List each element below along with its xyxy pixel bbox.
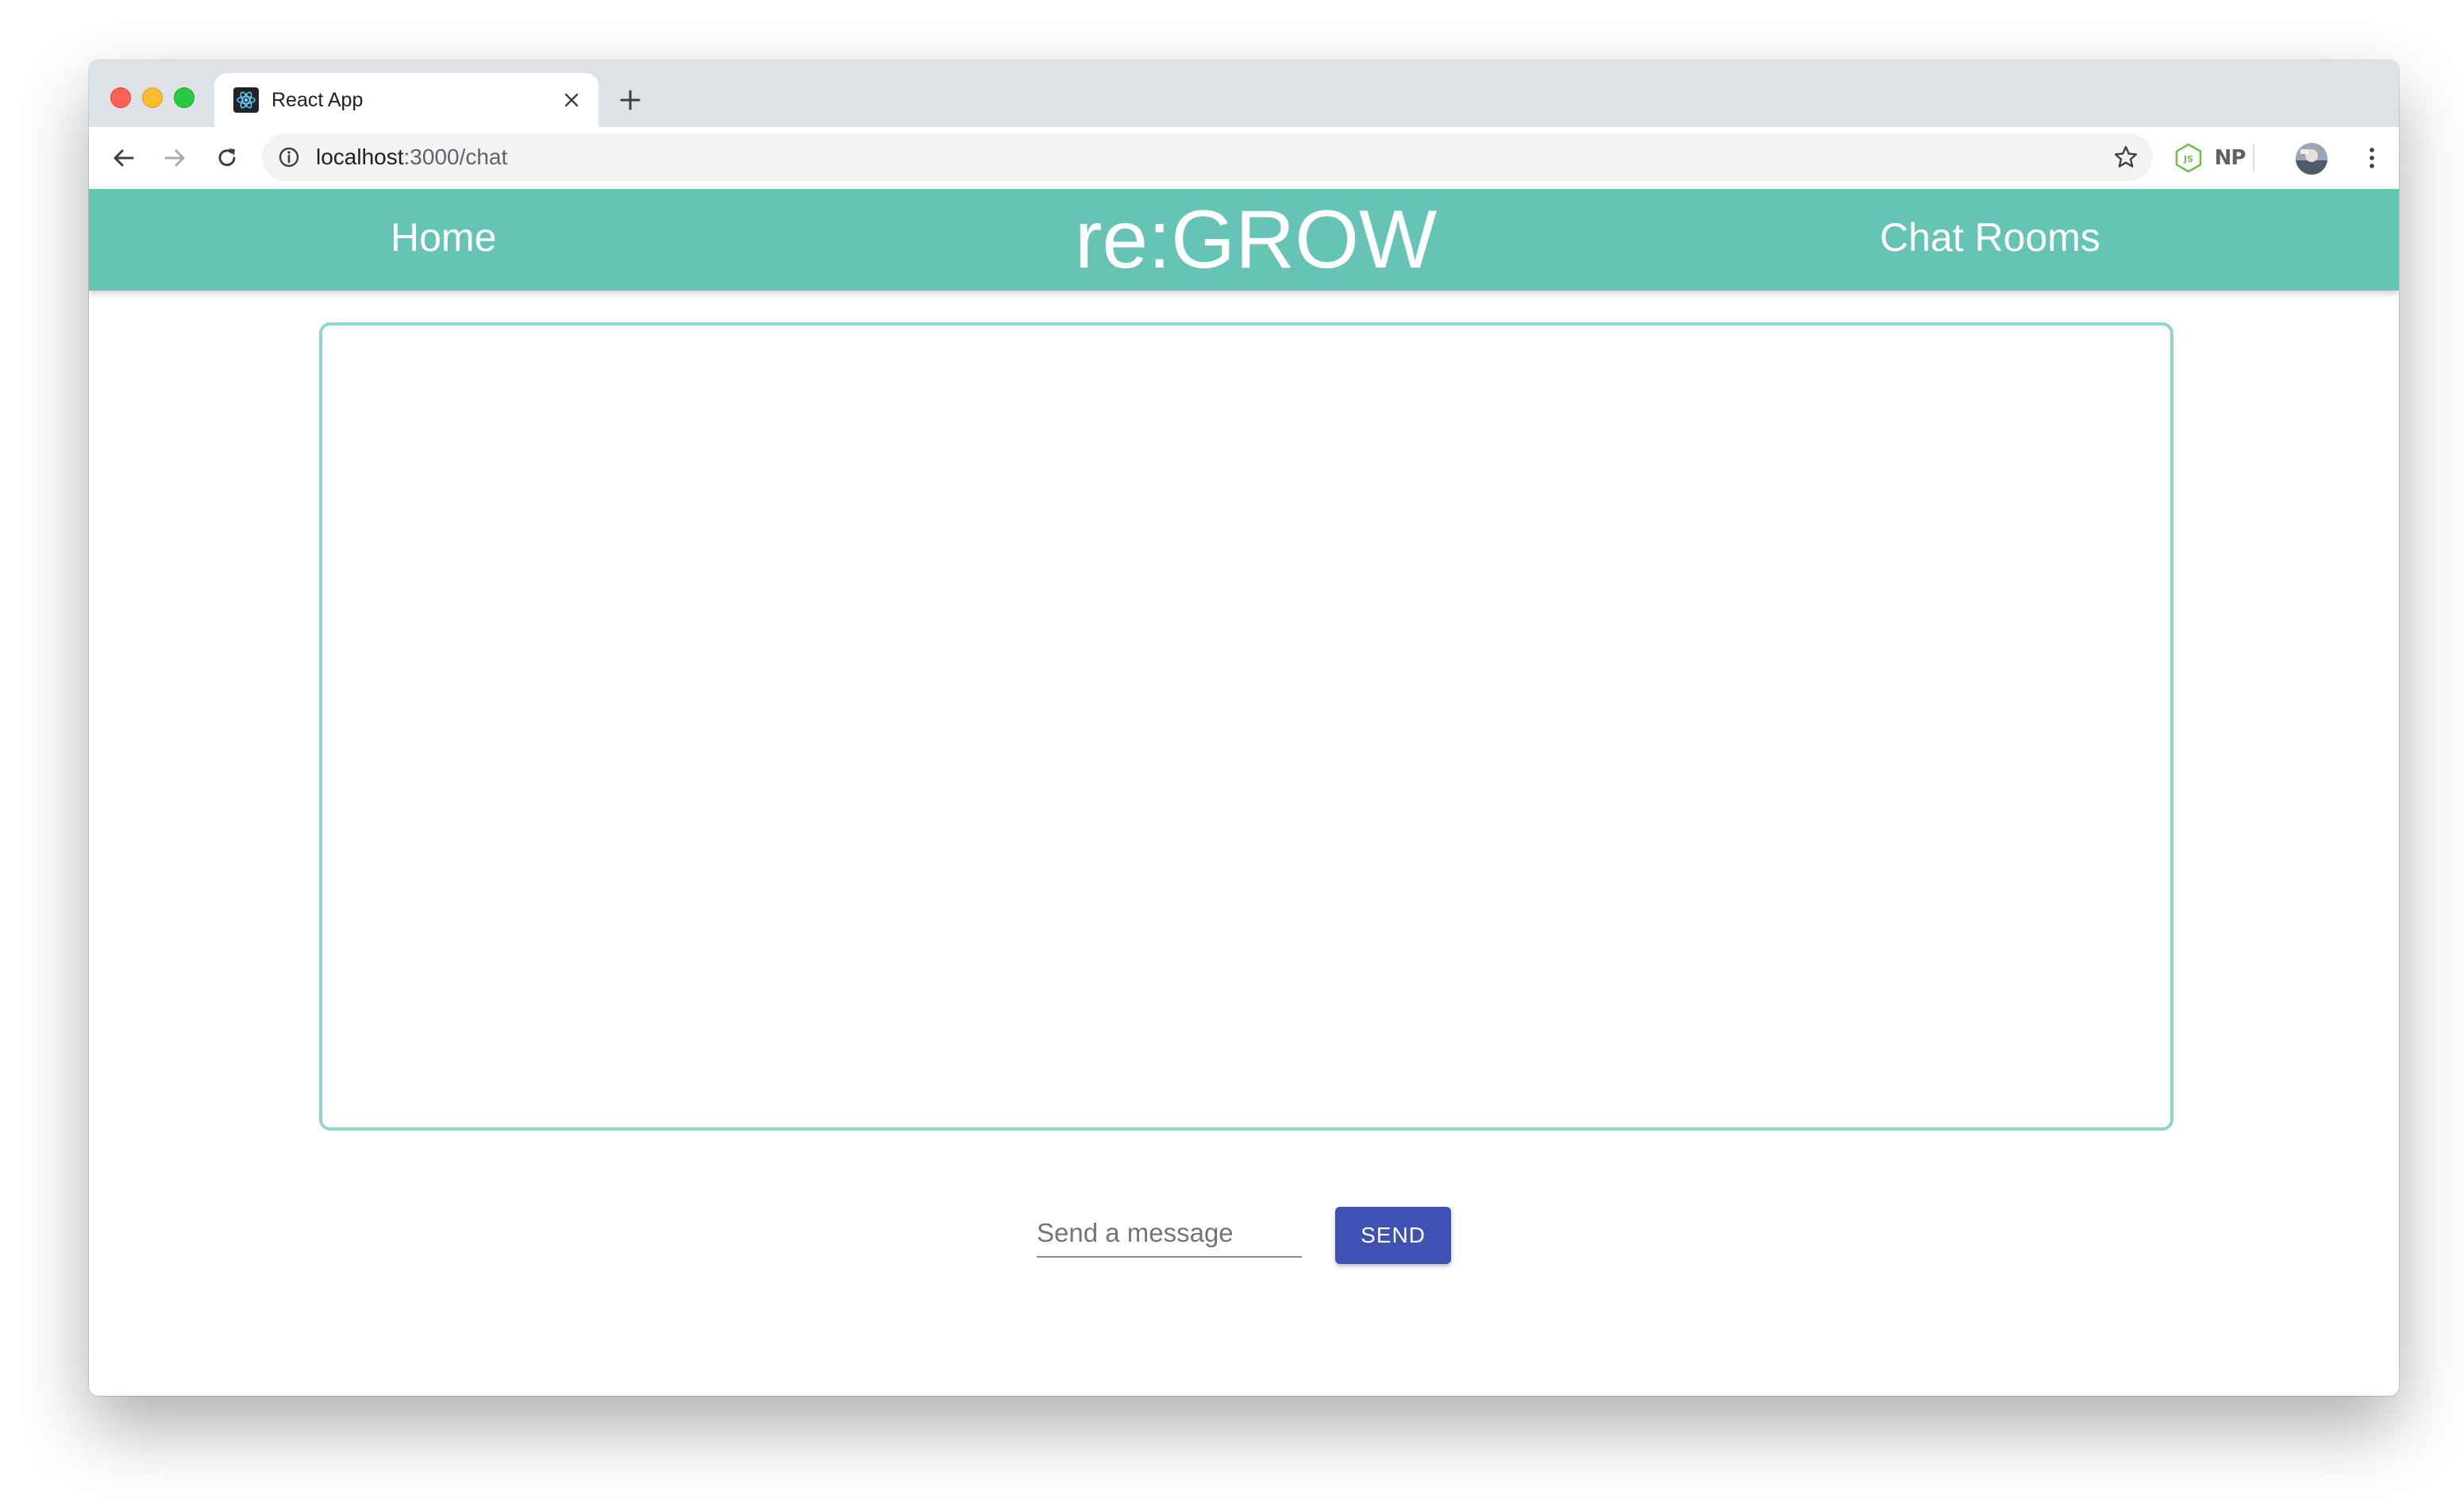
react-logo-icon xyxy=(233,87,259,113)
nav-home-link[interactable]: Home xyxy=(391,214,496,260)
svg-text:JS: JS xyxy=(2183,154,2193,164)
browser-toolbar: localhost:3000/chat JS NP xyxy=(89,127,2399,189)
avatar[interactable] xyxy=(2296,143,2327,175)
more-vert-icon[interactable] xyxy=(2353,139,2391,177)
back-arrow-icon[interactable] xyxy=(105,139,143,177)
address-url[interactable]: localhost:3000/chat xyxy=(316,145,507,170)
nav-chat-rooms-link[interactable]: Chat Rooms xyxy=(1880,214,2100,260)
tab-title: React App xyxy=(271,89,364,111)
tab-react-app[interactable]: React App xyxy=(214,73,599,127)
close-tab-icon[interactable] xyxy=(556,84,587,116)
zoom-window-button[interactable] xyxy=(174,87,194,108)
new-tab-icon[interactable] xyxy=(614,84,646,116)
address-bar[interactable]: localhost:3000/chat xyxy=(262,133,2153,181)
minimize-window-button[interactable] xyxy=(142,87,163,108)
node-js-icon[interactable]: JS xyxy=(2169,138,2208,178)
info-icon[interactable] xyxy=(276,145,302,170)
np-icon[interactable]: NP xyxy=(2210,138,2250,178)
toolbar-divider xyxy=(2253,145,2254,171)
app-header: Home re:GROW Chat Rooms xyxy=(89,189,2399,291)
reload-icon[interactable] xyxy=(208,139,246,177)
url-path: :3000/chat xyxy=(403,145,508,169)
send-button[interactable]: SEND xyxy=(1335,1207,1451,1264)
forward-arrow-icon[interactable] xyxy=(156,139,194,177)
url-host: localhost xyxy=(316,145,404,169)
brand-title[interactable]: re:GROW xyxy=(1018,195,1494,284)
close-window-button[interactable] xyxy=(110,87,131,108)
star-icon[interactable] xyxy=(2108,140,2143,175)
np-label: NP xyxy=(2214,146,2246,170)
browser-window: React App localhost:3000/chat JS NP Home… xyxy=(89,60,2399,1396)
message-input[interactable] xyxy=(1037,1210,1302,1258)
tab-strip: React App xyxy=(89,60,2399,127)
